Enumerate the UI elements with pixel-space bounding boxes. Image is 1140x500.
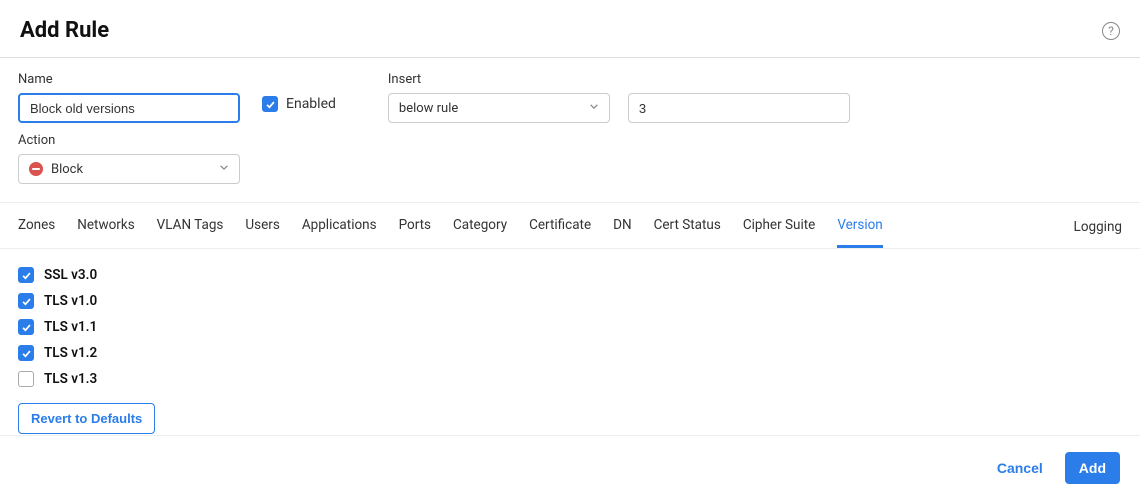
version-label: TLS v1.0 — [44, 293, 97, 309]
action-select[interactable]: Block — [18, 154, 240, 184]
insert-number-input[interactable] — [628, 93, 850, 123]
version-item: TLS v1.1 — [18, 319, 1122, 335]
version-checkbox-tls13[interactable] — [18, 371, 34, 387]
tab-ports[interactable]: Ports — [399, 203, 431, 248]
version-checkbox-tls12[interactable] — [18, 345, 34, 361]
block-icon — [29, 162, 43, 176]
insert-position-value: below rule — [399, 101, 458, 116]
insert-label: Insert — [388, 72, 850, 87]
name-field-group: Name — [18, 72, 240, 123]
version-item: TLS v1.2 — [18, 345, 1122, 361]
tab-dn[interactable]: DN — [613, 203, 632, 248]
tab-cipher-suite[interactable]: Cipher Suite — [743, 203, 815, 248]
version-label: SSL v3.0 — [44, 267, 97, 283]
dialog-title: Add Rule — [20, 18, 109, 43]
tab-applications[interactable]: Applications — [302, 203, 377, 248]
insert-field-group: Insert below rule — [388, 72, 850, 123]
help-icon[interactable]: ? — [1102, 22, 1120, 40]
add-button[interactable]: Add — [1065, 452, 1120, 484]
version-checkbox-sslv3[interactable] — [18, 267, 34, 283]
tab-networks[interactable]: Networks — [77, 203, 134, 248]
tab-version[interactable]: Version — [837, 203, 882, 248]
version-checkbox-tls10[interactable] — [18, 293, 34, 309]
enabled-label: Enabled — [286, 96, 336, 112]
version-item: SSL v3.0 — [18, 267, 1122, 283]
action-label: Action — [18, 133, 240, 148]
name-label: Name — [18, 72, 240, 87]
action-value: Block — [51, 162, 83, 177]
insert-position-select[interactable]: below rule — [388, 93, 610, 123]
tabs-list: Zones Networks VLAN Tags Users Applicati… — [18, 203, 883, 248]
tab-cert-status[interactable]: Cert Status — [654, 203, 721, 248]
action-field-group: Action Block — [18, 133, 240, 184]
tabs-bar: Zones Networks VLAN Tags Users Applicati… — [0, 203, 1140, 249]
tab-logging[interactable]: Logging — [1074, 205, 1122, 247]
enabled-field: Enabled — [262, 96, 336, 112]
version-item: TLS v1.0 — [18, 293, 1122, 309]
tab-certificate[interactable]: Certificate — [529, 203, 591, 248]
version-label: TLS v1.3 — [44, 371, 97, 387]
revert-to-defaults-button[interactable]: Revert to Defaults — [18, 403, 155, 434]
chevron-down-icon — [219, 162, 229, 177]
name-input[interactable] — [18, 93, 240, 123]
version-item: TLS v1.3 — [18, 371, 1122, 387]
enabled-checkbox[interactable] — [262, 96, 278, 112]
chevron-down-icon — [589, 101, 599, 116]
version-checkbox-tls11[interactable] — [18, 319, 34, 335]
tab-zones[interactable]: Zones — [18, 203, 55, 248]
tab-vlan-tags[interactable]: VLAN Tags — [157, 203, 224, 248]
form-section: Name Enabled Insert below rule — [0, 58, 1140, 203]
version-label: TLS v1.2 — [44, 345, 97, 361]
dialog-footer: Cancel Add — [0, 435, 1140, 500]
dialog-header: Add Rule ? — [0, 0, 1140, 58]
cancel-button[interactable]: Cancel — [997, 460, 1043, 476]
version-label: TLS v1.1 — [44, 319, 97, 335]
versions-panel: SSL v3.0 TLS v1.0 TLS v1.1 TLS v1.2 TLS … — [0, 249, 1140, 452]
tab-users[interactable]: Users — [245, 203, 279, 248]
tab-category[interactable]: Category — [453, 203, 507, 248]
